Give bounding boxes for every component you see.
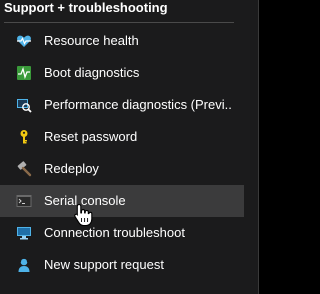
menu-item-label: Reset password bbox=[44, 129, 138, 144]
menu-item-label: Resource health bbox=[44, 33, 139, 48]
menu-item-boot-diagnostics[interactable]: Boot diagnostics bbox=[0, 57, 258, 89]
menu-item-new-support-request[interactable]: New support request bbox=[0, 249, 258, 281]
hand-pointer-cursor-icon bbox=[73, 203, 93, 227]
boot-diagnostics-icon bbox=[16, 65, 32, 81]
header-divider bbox=[4, 22, 234, 23]
menu-item-label: New support request bbox=[44, 257, 164, 272]
blade-gutter bbox=[244, 0, 258, 294]
menu-item-resource-health[interactable]: Resource health bbox=[0, 25, 258, 57]
support-troubleshooting-panel: Support + troubleshooting Resource healt… bbox=[0, 0, 282, 294]
blade-divider bbox=[258, 0, 259, 294]
support-person-icon bbox=[16, 257, 32, 273]
menu-item-connection-troubleshoot[interactable]: Connection troubleshoot bbox=[0, 217, 258, 249]
hammer-icon bbox=[16, 161, 32, 177]
connection-icon bbox=[16, 225, 32, 241]
menu-item-label: Performance diagnostics (Previ... bbox=[44, 97, 232, 112]
menu-item-label: Redeploy bbox=[44, 161, 99, 176]
key-icon bbox=[16, 129, 32, 145]
heart-pulse-icon bbox=[16, 33, 32, 49]
menu-item-label: Boot diagnostics bbox=[44, 65, 140, 80]
menu-blade: Support + troubleshooting Resource healt… bbox=[0, 0, 258, 294]
menu-item-reset-password[interactable]: Reset password bbox=[0, 121, 258, 153]
performance-diagnostics-icon bbox=[16, 97, 32, 113]
section-header: Support + troubleshooting bbox=[4, 0, 168, 15]
console-icon bbox=[16, 193, 32, 209]
menu-item-redeploy[interactable]: Redeploy bbox=[0, 153, 258, 185]
menu-item-performance-diagnostics[interactable]: Performance diagnostics (Previ... bbox=[0, 89, 258, 121]
menu-item-serial-console[interactable]: Serial console bbox=[0, 185, 258, 217]
